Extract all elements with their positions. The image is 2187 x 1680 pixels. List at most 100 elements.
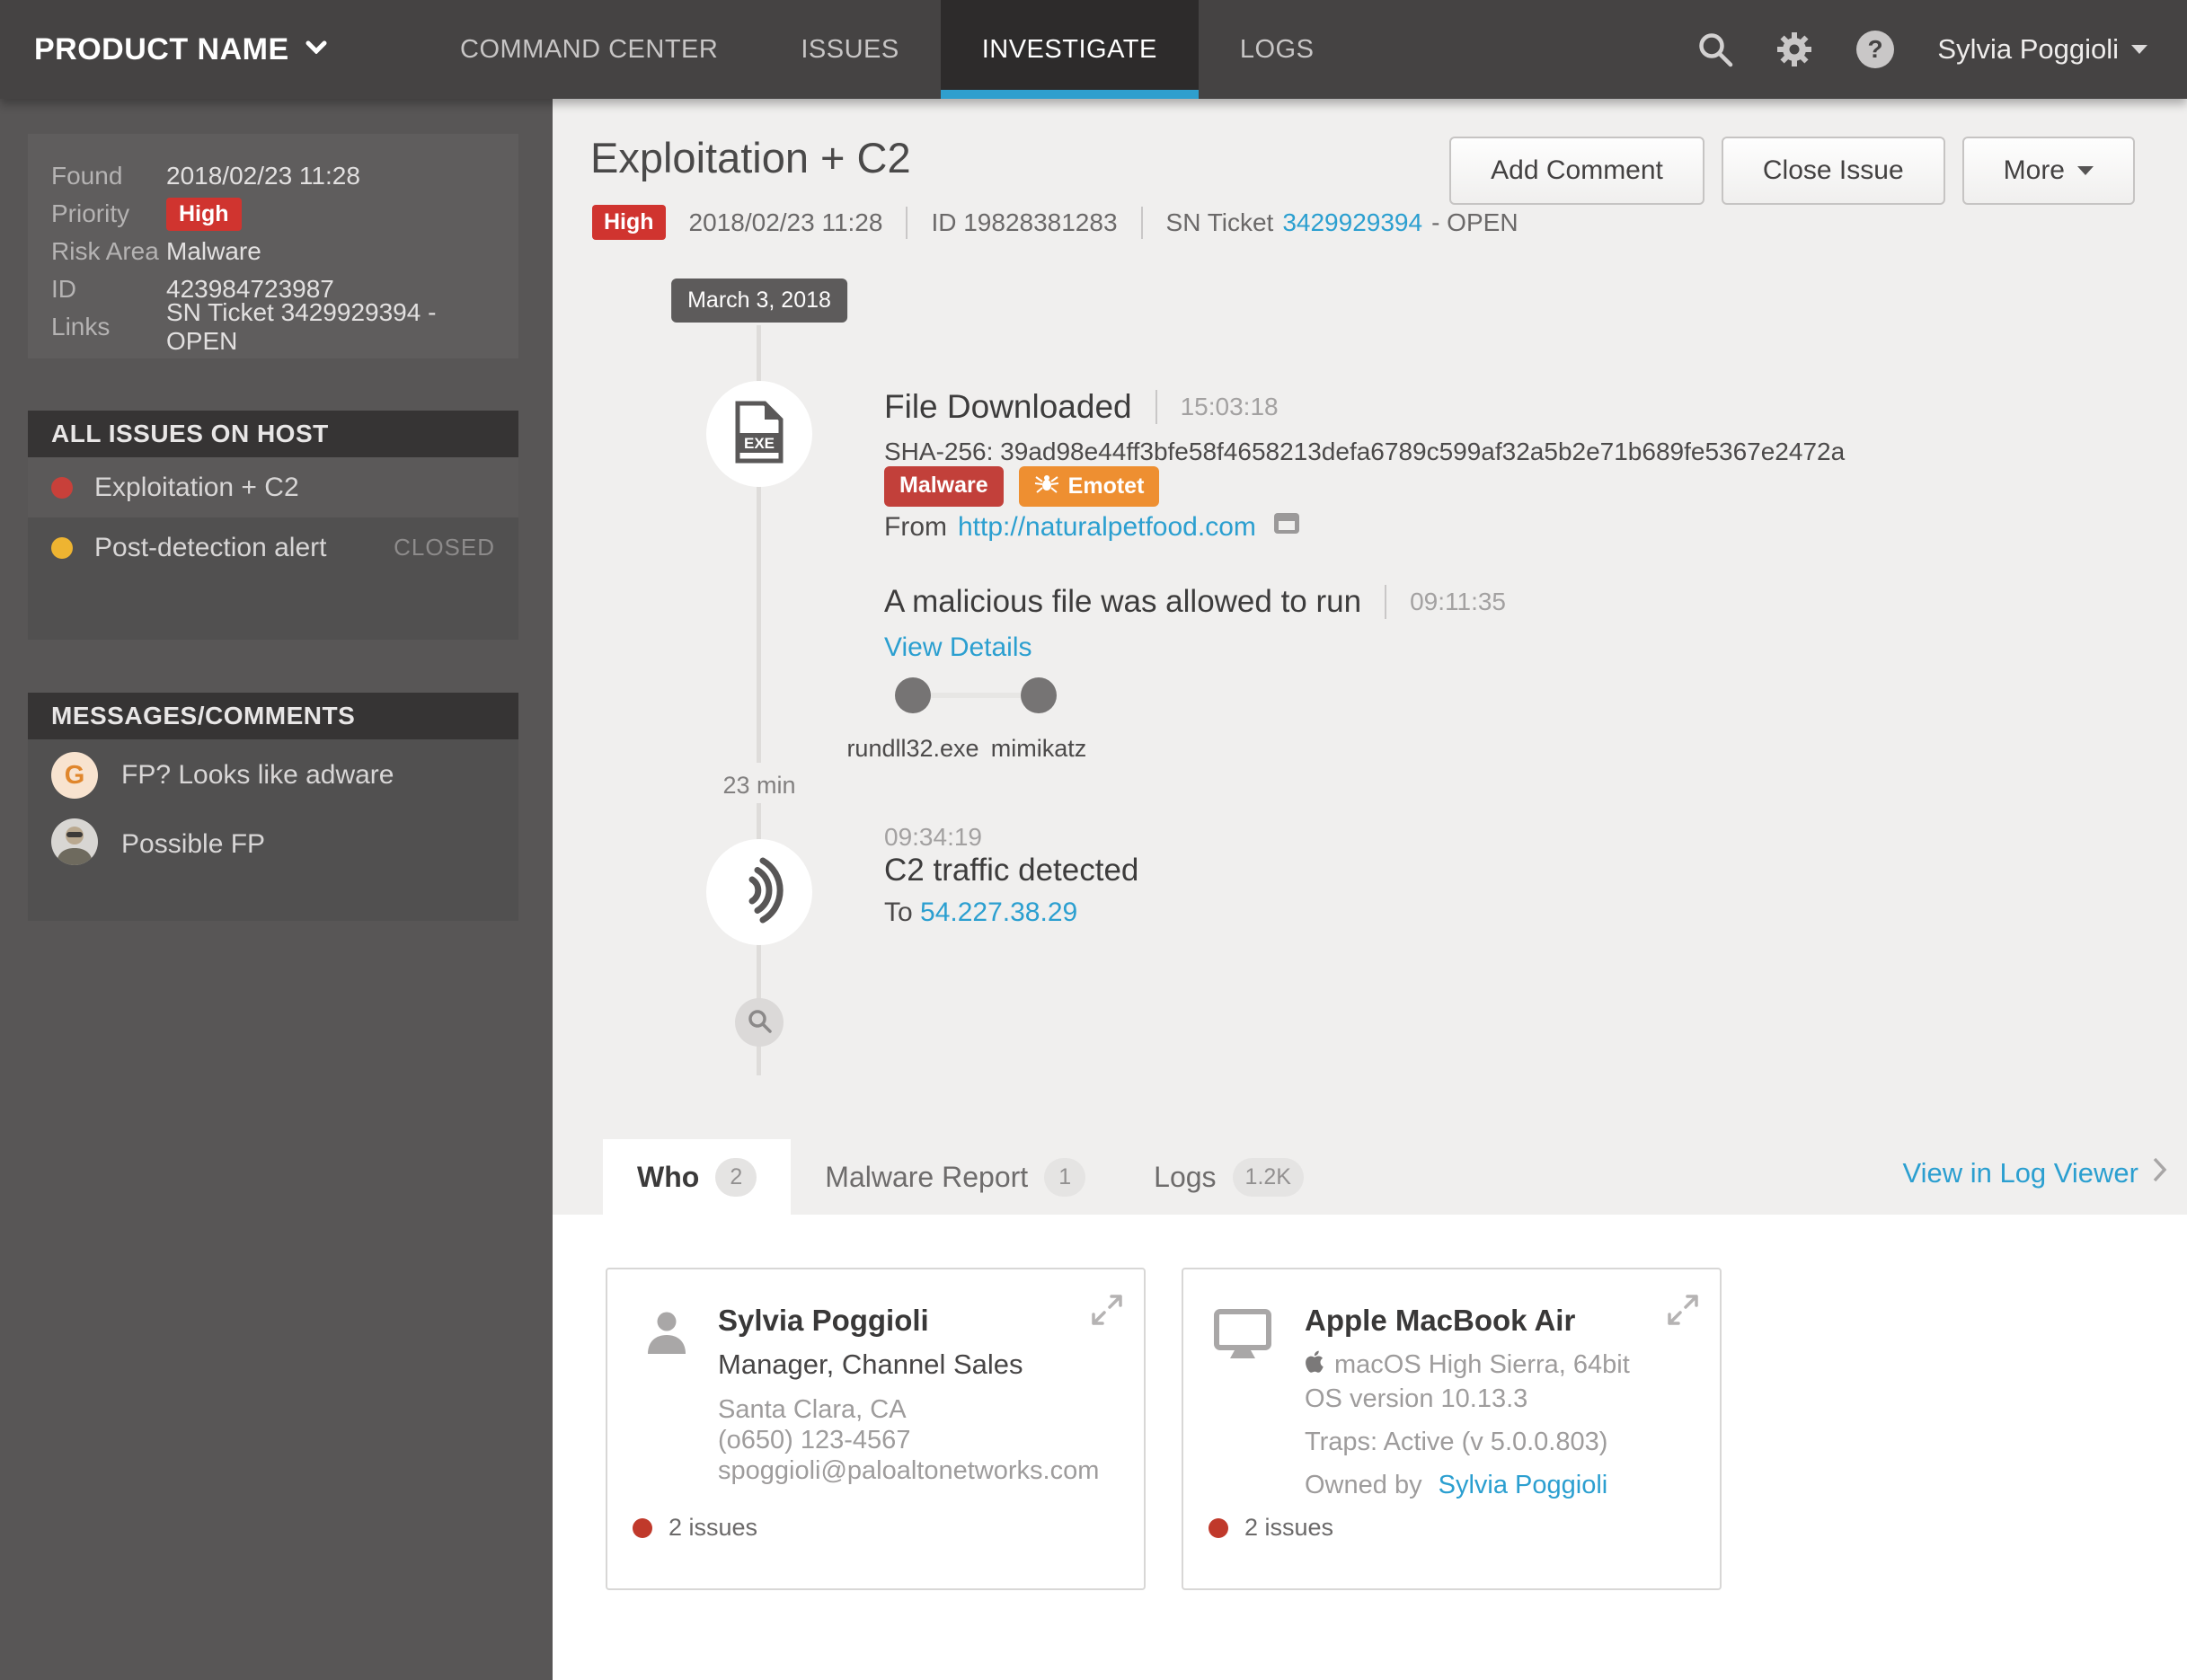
chevron-down-icon <box>2131 45 2147 54</box>
tab-who[interactable]: Who 2 <box>603 1139 792 1215</box>
svg-text:?: ? <box>1868 35 1883 63</box>
issue-timestamp: 2018/02/23 11:28 <box>688 208 883 236</box>
device-card: Apple MacBook Air macOS High Sierra, 64b… <box>1182 1268 1722 1590</box>
tab-count-badge: 2 <box>715 1157 757 1197</box>
person-name: Sylvia Poggioli <box>718 1304 929 1337</box>
process-node-rundll32[interactable] <box>895 677 931 713</box>
detail-row-found: Found 2018/02/23 11:28 <box>51 162 360 190</box>
comment-item[interactable]: G FP? Looks like adware <box>28 739 518 806</box>
process-node-mimikatz[interactable] <box>1021 677 1057 713</box>
threat-badges: Malware Emotet <box>884 466 1160 507</box>
avatar-initial: G <box>51 752 98 799</box>
nav-tabs: COMMAND CENTER ISSUES INVESTIGATE LOGS <box>419 0 1355 99</box>
divider <box>1140 206 1143 239</box>
card-footer: 2 issues <box>1209 1514 1333 1542</box>
chevron-right-icon <box>2153 1157 2167 1189</box>
device-traps-status: Traps: Active (v 5.0.0.803) <box>1305 1428 1608 1456</box>
event-title: File Downloaded <box>884 388 1132 425</box>
emotet-badge: Emotet <box>1018 466 1160 507</box>
avatar-photo <box>51 818 98 870</box>
product-name: PRODUCT NAME <box>34 31 289 66</box>
device-os-row: macOS High Sierra, 64bit <box>1305 1350 1630 1380</box>
person-phone: (o650) 123-4567 <box>718 1426 911 1455</box>
view-details-link[interactable]: View Details <box>884 632 1032 663</box>
divider <box>1385 585 1387 619</box>
event-file-downloaded: File Downloaded 15:03:18 <box>884 388 1279 426</box>
magnifier-icon <box>746 1007 773 1039</box>
timeline-end-search[interactable] <box>735 998 784 1047</box>
severity-dot-red <box>51 476 73 499</box>
c2-destination-row: To 54.227.38.29 <box>884 897 1078 927</box>
chevron-down-icon <box>305 40 327 58</box>
source-url-link[interactable]: http://naturalpetfood.com <box>958 512 1256 543</box>
search-icon[interactable] <box>1696 31 1734 68</box>
timeline-node-file[interactable]: EXE <box>706 381 812 487</box>
sidebar: Found 2018/02/23 11:28 Priority High Ris… <box>0 99 553 1680</box>
detail-row-priority: Priority High <box>28 195 518 233</box>
help-icon[interactable]: ? <box>1855 29 1896 70</box>
event-time: 15:03:18 <box>1180 393 1279 420</box>
device-os-version: OS version 10.13.3 <box>1305 1384 1528 1413</box>
status-badge: CLOSED <box>394 534 495 561</box>
view-in-log-viewer-link[interactable]: View in Log Viewer <box>1902 1157 2167 1189</box>
owner-link[interactable]: Sylvia Poggioli <box>1439 1471 1608 1499</box>
top-nav: PRODUCT NAME COMMAND CENTER ISSUES INVES… <box>0 0 2187 99</box>
device-name: Apple MacBook Air <box>1305 1304 1576 1337</box>
divider <box>1155 390 1157 424</box>
event-malicious-run: A malicious file was allowed to run 09:1… <box>884 584 1506 620</box>
issues-dot-red <box>1209 1517 1228 1538</box>
process-chain: rundll32.exe mimikatz <box>846 677 1154 767</box>
nav-item-logs[interactable]: LOGS <box>1199 0 1356 99</box>
action-buttons: Add Comment Close Issue More <box>1449 137 2135 205</box>
product-menu[interactable]: PRODUCT NAME <box>0 0 365 99</box>
comments-panel: MESSAGES/COMMENTS G FP? Looks like adwar… <box>28 693 518 921</box>
nav-item-issues[interactable]: ISSUES <box>759 0 940 99</box>
all-issues-panel: ALL ISSUES ON HOST Exploitation + C2 Pos… <box>28 411 518 640</box>
user-menu[interactable]: Sylvia Poggioli <box>1937 33 2147 66</box>
process-label: rundll32.exe <box>846 735 979 762</box>
detail-row-risk-area: Risk Area Malware <box>51 237 261 265</box>
issue-row-post-detection[interactable]: Post-detection alert CLOSED <box>28 517 518 578</box>
add-comment-button[interactable]: Add Comment <box>1449 137 1704 205</box>
exe-file-icon: EXE <box>733 400 785 469</box>
page-title: Exploitation + C2 <box>590 134 911 181</box>
browser-window-icon[interactable] <box>1272 511 1301 543</box>
ticket-info: SN Ticket 3429929394 - OPEN <box>1165 208 1519 237</box>
event-title: A malicious file was allowed to run <box>884 584 1362 619</box>
nav-item-command-center[interactable]: COMMAND CENTER <box>419 0 759 99</box>
more-button[interactable]: More <box>1961 137 2135 205</box>
device-owner-row: Owned by Sylvia Poggioli <box>1305 1471 1608 1499</box>
all-issues-header: ALL ISSUES ON HOST <box>28 411 518 457</box>
person-location: Santa Clara, CA <box>718 1395 907 1424</box>
priority-badge: High <box>166 197 242 231</box>
close-issue-button[interactable]: Close Issue <box>1721 137 1945 205</box>
issues-dot-red <box>633 1517 652 1538</box>
tab-malware-report[interactable]: Malware Report 1 <box>791 1139 1120 1215</box>
svg-text:EXE: EXE <box>744 435 775 452</box>
expand-icon[interactable] <box>1090 1293 1124 1331</box>
priority-badge: High <box>592 205 666 240</box>
timeline-node-c2[interactable] <box>706 839 812 945</box>
issue-meta-row: High 2018/02/23 11:28 ID 19828381283 SN … <box>592 205 1519 240</box>
download-source-row: From http://naturalpetfood.com <box>884 511 1301 543</box>
spider-icon <box>1034 473 1059 500</box>
issue-details-panel: Found 2018/02/23 11:28 Priority High Ris… <box>28 134 518 358</box>
tab-logs[interactable]: Logs 1.2K <box>1120 1139 1338 1215</box>
destination-ip-link[interactable]: 54.227.38.29 <box>920 897 1077 927</box>
event-title: C2 traffic detected <box>884 853 1139 888</box>
comment-item[interactable]: Possible FP <box>28 806 518 877</box>
apple-logo-icon <box>1305 1350 1324 1380</box>
comments-header: MESSAGES/COMMENTS <box>28 693 518 739</box>
event-time: 09:11:35 <box>1410 588 1507 615</box>
expand-icon[interactable] <box>1666 1293 1700 1331</box>
issue-row-exploitation[interactable]: Exploitation + C2 <box>28 457 518 517</box>
event-time: 09:34:19 <box>884 823 982 851</box>
sha-256-value: SHA-256: 39ad98e44ff3bfe58f4658213defa67… <box>884 438 1846 465</box>
gear-icon[interactable] <box>1775 31 1813 68</box>
ticket-link[interactable]: 3429929394 <box>1282 208 1422 237</box>
person-email-link[interactable]: spoggioli@paloaltonetworks.com <box>718 1456 1099 1486</box>
detail-row-links: Links SN Ticket 3429929394 - OPEN <box>51 298 437 355</box>
issues-count: 2 issues <box>1244 1514 1334 1541</box>
nav-item-investigate[interactable]: INVESTIGATE <box>940 0 1199 99</box>
nav-right: ? Sylvia Poggioli <box>1696 0 2187 99</box>
